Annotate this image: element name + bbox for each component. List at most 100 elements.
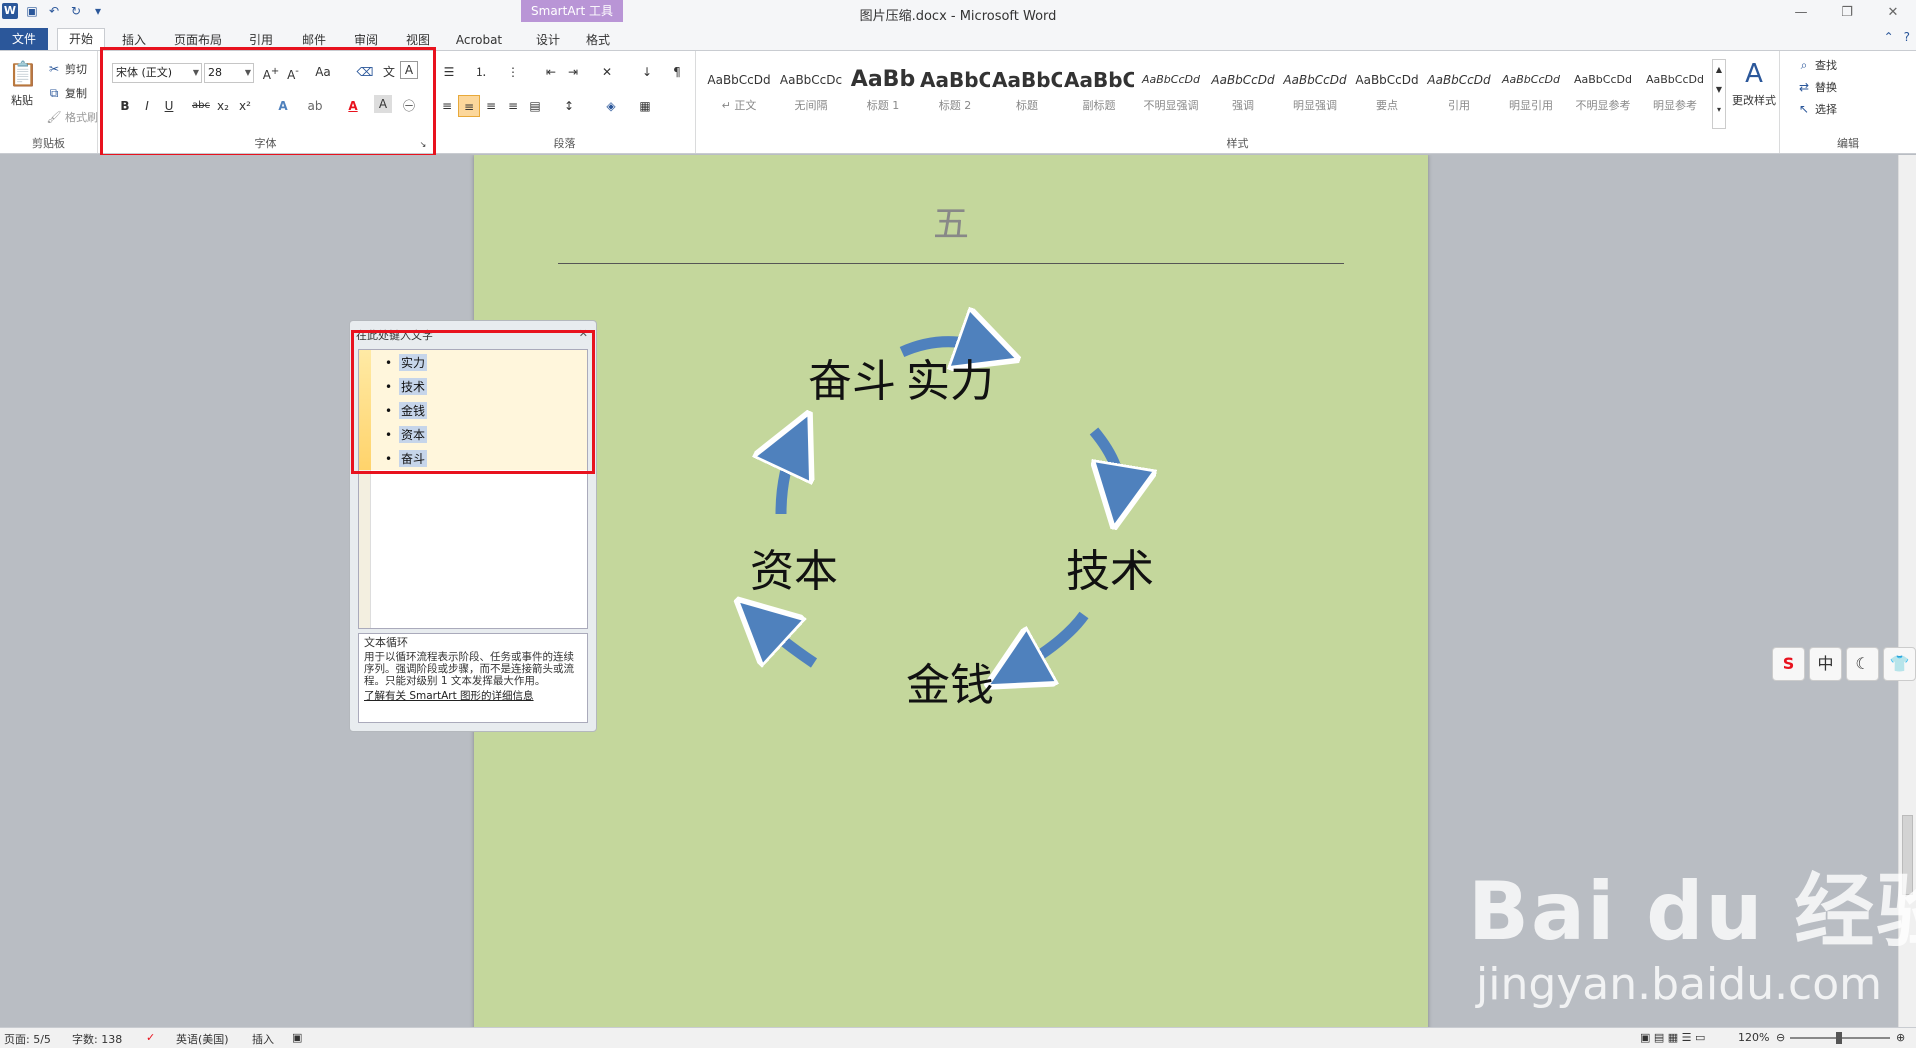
style-item[interactable]: AaBbC 标题 — [992, 63, 1062, 125]
smartart-node-5[interactable]: 奋斗 — [808, 345, 896, 409]
style-item[interactable]: AaBbC 副标题 — [1064, 63, 1134, 125]
copy-label: 复制 — [65, 87, 87, 100]
change-styles-button[interactable]: A 更改样式 — [1730, 59, 1778, 108]
style-name: 标题 — [1016, 99, 1038, 112]
align-left-icon[interactable]: ≡ — [436, 95, 458, 117]
copy-icon: ⧉ — [49, 86, 59, 100]
sogou-logo-icon[interactable]: S — [1772, 647, 1805, 681]
select-label: 选择 — [1815, 103, 1837, 116]
decrease-indent-icon[interactable]: ⇤ — [540, 61, 562, 83]
gallery-scroll-icon[interactable]: ▲ ▼ ▾ — [1712, 59, 1726, 129]
style-name: 明显引用 — [1509, 99, 1553, 112]
paste-label: 粘贴 — [11, 94, 33, 107]
scissors-icon: ✂ — [48, 62, 60, 76]
zoom-level[interactable]: 120% — [1738, 1031, 1769, 1044]
smartart-node-4[interactable]: 资本 — [750, 535, 838, 599]
align-right-icon[interactable]: ≡ — [480, 95, 502, 117]
layout-description: 用于以循环流程表示阶段、任务或事件的连续序列。强调阶段或步骤，而不是连接箭头或流… — [364, 651, 574, 687]
smartart-cycle-graphic[interactable] — [474, 155, 1428, 1027]
minimize-icon[interactable]: — — [1778, 0, 1824, 26]
view-buttons[interactable]: ▣ ▤ ▦ ☰ ▭ — [1640, 1031, 1705, 1044]
distributed-icon[interactable]: ▤ — [524, 95, 546, 117]
style-name: 明显参考 — [1653, 99, 1697, 112]
style-sample: AaBbC — [920, 68, 990, 92]
ribbon-right-controls: ⌃ ? — [1884, 30, 1910, 44]
style-name: 标题 2 — [938, 99, 972, 112]
smartart-node-3[interactable]: 金钱 — [906, 649, 994, 713]
style-sample: AaBbCcDd — [707, 73, 771, 87]
word-count[interactable]: 字数: 138 — [72, 1031, 122, 1047]
style-item[interactable]: AaBb 标题 1 — [848, 63, 918, 125]
style-item[interactable]: AaBbCcDd 不明显参考 — [1568, 63, 1638, 125]
help-icon[interactable]: ? — [1904, 30, 1910, 44]
tab-file[interactable]: 文件 — [0, 28, 48, 50]
close-icon[interactable]: ✕ — [1870, 0, 1916, 26]
moon-icon[interactable]: ☾ — [1846, 647, 1879, 681]
zoom-in-icon[interactable]: ⊕ — [1896, 1031, 1905, 1044]
brush-icon: 🖌 — [46, 110, 62, 124]
binoculars-icon: ⌕ — [1800, 58, 1808, 72]
increase-indent-icon[interactable]: ⇥ — [562, 61, 584, 83]
style-name: 不明显强调 — [1143, 99, 1199, 112]
smartart-help-link[interactable]: 了解有关 SmartArt 图形的详细信息 — [364, 690, 582, 702]
tab-home[interactable]: 开始 — [57, 28, 105, 50]
tab-smartart-format[interactable]: 格式 — [580, 30, 616, 50]
justify-icon[interactable]: ≡ — [502, 95, 524, 117]
format-painter-label: 格式刷 — [65, 111, 98, 124]
shading-icon[interactable]: ◈ — [600, 95, 622, 117]
minimize-ribbon-icon[interactable]: ⌃ — [1884, 30, 1894, 44]
style-item[interactable]: AaBbCcDc 无间隔 — [776, 63, 846, 125]
tab-acrobat[interactable]: Acrobat — [451, 30, 507, 50]
numbering-icon[interactable]: ⒈ — [470, 61, 492, 83]
cut-label: 剪切 — [65, 63, 87, 76]
paragraph-group: ☰ ⒈ ⋮ ⇤ ⇥ ✕ ↓ ¶ ≡ ≡ ≡ ≡ ▤ ↕ ◈ ▦ 段落 — [434, 51, 696, 153]
ime-language-toggle[interactable]: 中 — [1809, 647, 1842, 681]
macro-record-icon[interactable]: ▣ — [292, 1031, 302, 1044]
style-item[interactable]: AaBbCcDd 不明显强调 — [1136, 63, 1206, 125]
show-marks-icon[interactable]: ¶ — [666, 61, 688, 83]
cycle-arrow-2 — [1094, 427, 1120, 497]
language-status[interactable]: 英语(美国) — [176, 1031, 229, 1047]
style-item[interactable]: AaBbCcDd 强调 — [1208, 63, 1278, 125]
zoom-out-icon[interactable]: ⊖ — [1776, 1031, 1785, 1044]
tab-smartart-design[interactable]: 设计 — [530, 30, 566, 50]
style-item[interactable]: AaBbCcDd 明显引用 — [1496, 63, 1566, 125]
paragraph-group-label: 段落 — [553, 137, 576, 150]
style-item[interactable]: AaBbCcDd 明显参考 — [1640, 63, 1710, 125]
watermark-brand: Bai du 经验 — [1468, 865, 1916, 958]
zoom-slider-knob[interactable] — [1836, 1032, 1842, 1044]
style-item[interactable]: AaBbCcDd 要点 — [1352, 63, 1422, 125]
line-spacing-icon[interactable]: ↕ — [558, 95, 580, 117]
chinese-layout-icon[interactable]: ✕ — [596, 61, 618, 83]
paste-button[interactable]: 📋 粘贴 — [6, 59, 38, 108]
proofing-icon[interactable]: ✓ — [146, 1031, 155, 1044]
shirt-icon[interactable]: 👕 — [1883, 647, 1916, 681]
align-center-icon[interactable]: ≡ — [458, 95, 480, 117]
copy-button[interactable]: ⧉ 复制 — [46, 85, 87, 101]
select-button[interactable]: ↖ 选择 — [1796, 101, 1837, 117]
style-item[interactable]: AaBbC 标题 2 — [920, 63, 990, 125]
cycle-arrow-4 — [760, 621, 818, 663]
borders-icon[interactable]: ▦ — [634, 95, 656, 117]
restore-icon[interactable]: ❐ — [1824, 0, 1870, 26]
find-button[interactable]: ⌕ 查找 — [1796, 57, 1837, 73]
insert-mode[interactable]: 插入 — [252, 1031, 274, 1047]
style-name: 标题 1 — [866, 99, 900, 112]
document-page[interactable]: 五 实力 技术 金钱 资本 奋斗 — [474, 155, 1428, 1027]
sort-icon[interactable]: ↓ — [636, 61, 658, 83]
style-item[interactable]: AaBbCcDd 引用 — [1424, 63, 1494, 125]
change-styles-label: 更改样式 — [1732, 94, 1776, 107]
bullets-icon[interactable]: ☰ — [438, 61, 460, 83]
cut-button[interactable]: ✂ 剪切 — [46, 61, 87, 77]
style-item[interactable]: AaBbCcDd ↵ 正文 — [704, 63, 774, 125]
page-count[interactable]: 页面: 5/5 — [4, 1031, 51, 1047]
format-painter-button[interactable]: 🖌 格式刷 — [46, 109, 98, 125]
style-sample: AaBbCcDd — [1574, 73, 1632, 86]
replace-icon: ⇄ — [1798, 80, 1810, 94]
smartart-node-2[interactable]: 技术 — [1066, 535, 1154, 599]
style-item[interactable]: AaBbCcDd 明显强调 — [1280, 63, 1350, 125]
style-sample: AaBbCcDd — [1427, 73, 1491, 87]
multilevel-list-icon[interactable]: ⋮ — [502, 61, 524, 83]
smartart-node-1[interactable]: 实力 — [906, 345, 994, 409]
replace-button[interactable]: ⇄ 替换 — [1796, 79, 1837, 95]
